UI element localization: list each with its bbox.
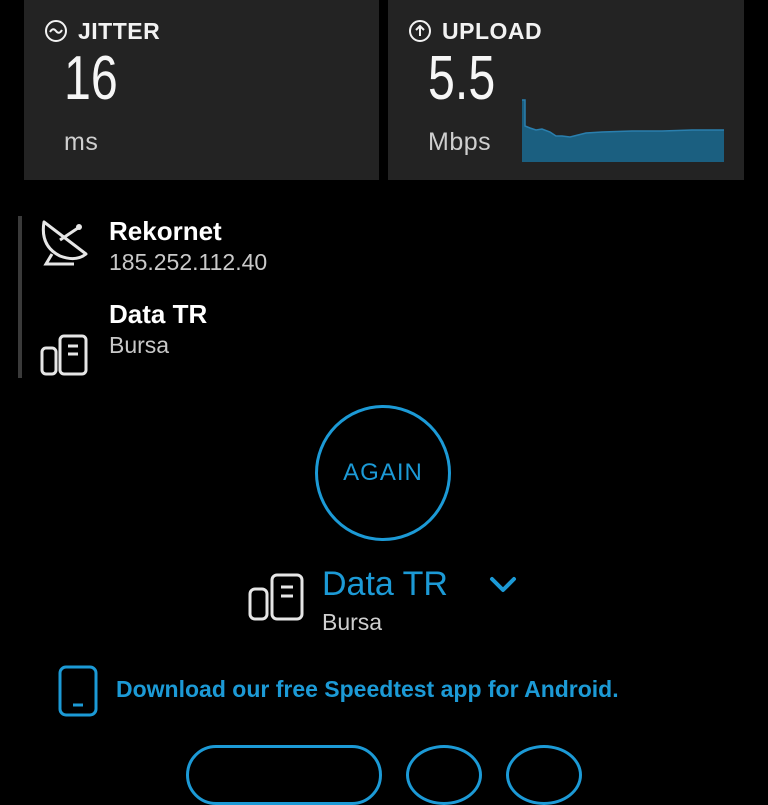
selected-server-location: Bursa [322,609,383,635]
satellite-dish-icon [41,220,88,266]
server-icon [40,334,88,376]
download-app-link[interactable]: Download our free Speedtest app for Andr… [116,676,619,703]
server-icon [248,573,304,621]
jitter-label: JITTER [78,17,161,44]
phone-icon [58,665,98,717]
server-name: Data TR [109,299,208,329]
upload-title: UPLOAD [408,16,542,46]
upload-value: 5.5 [428,44,496,113]
jitter-unit: ms [64,128,99,156]
jitter-value: 16 [64,44,118,113]
upload-unit: Mbps [428,128,492,156]
settings-button[interactable] [506,745,582,805]
jitter-card: JITTER 16 ms [24,0,379,180]
provider-ip: 185.252.112.40 [109,249,268,275]
chevron-down-icon[interactable] [488,575,518,595]
upload-card: UPLOAD 5.5 Mbps [388,0,744,180]
selected-server[interactable]: Data TR Bursa [248,565,548,645]
connection-info: Rekornet 185.252.112.40 Data TR Bursa [18,216,418,380]
connection-info-bar [18,216,22,378]
server-location: Bursa [109,332,170,358]
again-label: AGAIN [343,459,423,486]
upload-speed-graph [522,99,724,162]
provider-name: Rekornet [109,216,222,246]
results-button[interactable] [186,745,382,805]
jitter-icon [45,20,67,42]
download-app-banner[interactable]: Download our free Speedtest app for Andr… [56,664,746,718]
selected-server-name: Data TR [322,565,448,603]
jitter-title: JITTER [44,16,160,46]
again-button[interactable]: AGAIN [315,405,451,541]
upload-label: UPLOAD [442,17,543,44]
share-button[interactable] [406,745,482,805]
upload-arrow-icon [409,20,431,42]
